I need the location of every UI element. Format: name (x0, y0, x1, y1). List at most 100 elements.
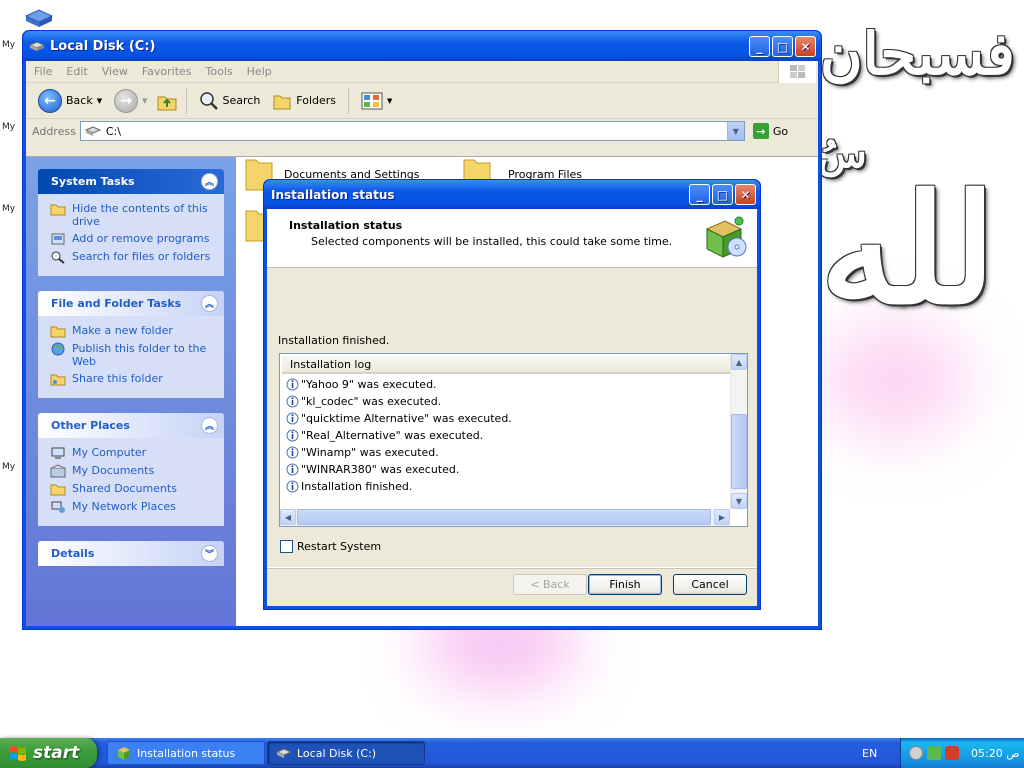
scroll-thumb[interactable] (297, 509, 711, 525)
log-entry[interactable]: "quicktime Alternative" was executed. (286, 410, 747, 427)
my-computer-link[interactable]: My Computer (50, 446, 216, 460)
start-button[interactable]: start (0, 738, 97, 768)
details-panel: Details ︾ (38, 541, 224, 566)
security-shield-icon[interactable] (945, 746, 959, 760)
documents-icon (50, 464, 66, 478)
explorer-titlebar[interactable]: Local Disk (C:) _ □ ✕ (23, 31, 821, 61)
finish-button[interactable]: Finish (588, 574, 662, 595)
views-button[interactable]: ▼ (357, 89, 396, 113)
back-button[interactable]: < Back (513, 574, 587, 595)
share-folder-icon (50, 374, 66, 386)
desktop-icon-label[interactable]: My (2, 122, 15, 132)
task-label: Search for files or folders (72, 250, 211, 263)
scroll-left-button[interactable]: ◀ (280, 509, 296, 525)
log-entry[interactable]: "Winamp" was executed. (286, 444, 747, 461)
folders-button[interactable]: Folders (268, 89, 340, 113)
collapse-icon[interactable]: ︽ (201, 295, 218, 312)
address-input[interactable]: C:\ ▼ (79, 121, 745, 141)
scroll-thumb[interactable] (731, 414, 747, 489)
clock[interactable]: 05:20 ص (971, 747, 1020, 760)
system-tasks-header[interactable]: System Tasks ︽ (38, 169, 224, 194)
network-icon (51, 501, 65, 513)
place-label: My Documents (72, 464, 155, 477)
share-folder-link[interactable]: Share this folder (50, 372, 216, 386)
programs-icon (51, 233, 65, 245)
log-column-header[interactable]: Installation log (282, 356, 731, 374)
close-button[interactable]: ✕ (735, 184, 756, 205)
dialog-header: Installation status Selected components … (267, 209, 757, 268)
maximize-button[interactable]: □ (772, 36, 793, 57)
my-documents-link[interactable]: My Documents (50, 464, 216, 478)
address-label: Address (32, 124, 76, 138)
maximize-button[interactable]: □ (712, 184, 733, 205)
publish-folder-link[interactable]: Publish this folder to the Web (50, 342, 216, 368)
task-label: Installation status (137, 746, 236, 760)
details-header[interactable]: Details ︾ (38, 541, 224, 566)
menu-favorites[interactable]: Favorites (142, 65, 192, 78)
menu-tools[interactable]: Tools (206, 65, 233, 78)
collapse-icon[interactable]: ︽ (201, 417, 218, 434)
restart-system-checkbox[interactable]: Restart System (280, 540, 381, 553)
scroll-down-button[interactable]: ▼ (731, 493, 747, 509)
language-indicator[interactable]: EN (862, 747, 877, 760)
panel-title: File and Folder Tasks (51, 297, 182, 310)
dialog-titlebar[interactable]: Installation status _ □ ✕ (264, 180, 760, 209)
expand-icon[interactable]: ︾ (201, 545, 218, 562)
info-icon (286, 395, 299, 408)
other-places-header[interactable]: Other Places ︽ (38, 413, 224, 438)
menu-edit[interactable]: Edit (66, 65, 87, 78)
my-network-places-link[interactable]: My Network Places (50, 500, 216, 514)
log-entry[interactable]: "Yahoo 9" was executed. (286, 376, 747, 393)
minimize-button[interactable]: _ (689, 184, 710, 205)
checkbox-box[interactable] (280, 540, 293, 553)
dropdown-arrow-icon[interactable]: ▼ (97, 97, 102, 105)
desktop-icon-label[interactable]: My (2, 204, 15, 214)
menu-view[interactable]: View (102, 65, 128, 78)
network-icon[interactable] (927, 746, 941, 760)
toolbar-separator (185, 87, 187, 114)
search-label: Search (222, 94, 261, 107)
scroll-up-button[interactable]: ▲ (731, 354, 747, 370)
messenger-icon[interactable] (909, 746, 923, 760)
address-dropdown-button[interactable]: ▼ (726, 122, 744, 140)
shared-documents-link[interactable]: Shared Documents (50, 482, 216, 496)
log-entry[interactable]: Installation finished. (286, 478, 747, 495)
horizontal-scrollbar[interactable]: ◀ ▶ (280, 509, 730, 526)
menu-file[interactable]: File (34, 65, 52, 78)
up-folder-icon[interactable] (156, 90, 178, 112)
hide-drive-contents-link[interactable]: Hide the contents of this drive (50, 202, 216, 228)
search-button[interactable]: Search (195, 89, 265, 113)
desktop-icon-label[interactable]: My (2, 40, 15, 50)
forward-button[interactable]: → ▼ (110, 87, 151, 115)
log-entry[interactable]: "WINRAR380" was executed. (286, 461, 747, 478)
make-new-folder-link[interactable]: Make a new folder (50, 324, 216, 338)
windows-logo-icon (778, 61, 816, 83)
wallpaper-calligraphy: لله (820, 162, 996, 338)
cancel-button[interactable]: Cancel (673, 574, 747, 595)
desktop-icon-label[interactable]: My (2, 462, 15, 472)
taskbar-item-local-disk[interactable]: Local Disk (C:) (267, 741, 425, 765)
log-entry[interactable]: "kl_codec" was executed. (286, 393, 747, 410)
search-files-link[interactable]: Search for files or folders (50, 250, 216, 264)
vertical-scrollbar[interactable]: ▲ ▼ (730, 354, 747, 509)
file-folder-tasks-header[interactable]: File and Folder Tasks ︽ (38, 291, 224, 316)
log-entry-text: "Winamp" was executed. (301, 446, 439, 459)
installation-log-list[interactable]: Installation log "Yahoo 9" was executed.… (279, 353, 748, 527)
desktop-computer-icon[interactable] (24, 6, 54, 28)
views-icon (361, 92, 383, 109)
collapse-icon[interactable]: ︽ (201, 173, 218, 190)
back-arrow-icon: ← (38, 88, 62, 113)
close-button[interactable]: ✕ (795, 36, 816, 57)
wallpaper-calligraphy: فسبحان (820, 20, 1015, 88)
back-button[interactable]: ← Back ▼ (34, 87, 106, 115)
taskbar-item-installation-status[interactable]: Installation status (107, 741, 265, 765)
dropdown-arrow-icon[interactable]: ▼ (142, 97, 147, 105)
add-remove-programs-link[interactable]: Add or remove programs (50, 232, 216, 246)
panel-title: System Tasks (51, 175, 135, 188)
scroll-right-button[interactable]: ▶ (714, 509, 730, 525)
go-button[interactable]: → Go (752, 123, 788, 139)
dropdown-arrow-icon: ▼ (387, 96, 393, 105)
menu-help[interactable]: Help (247, 65, 272, 78)
minimize-button[interactable]: _ (749, 36, 770, 57)
log-entry[interactable]: "Real_Alternative" was executed. (286, 427, 747, 444)
